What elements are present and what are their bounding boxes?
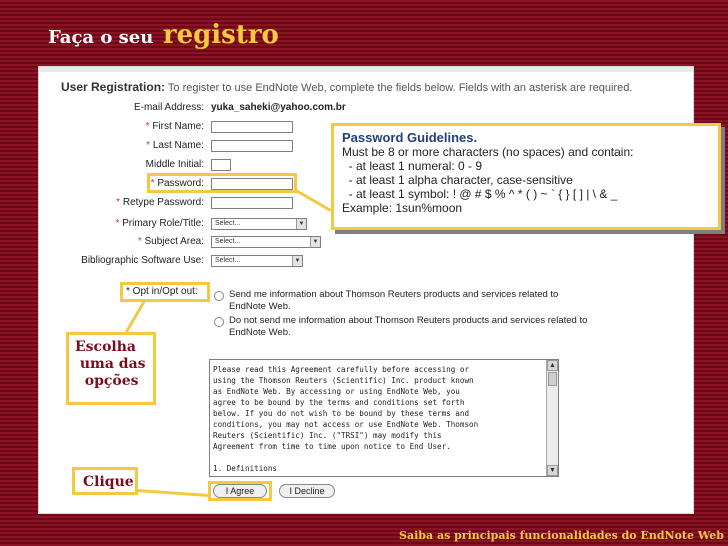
middle-initial-field[interactable] xyxy=(211,159,231,171)
required-asterisk: * xyxy=(145,121,150,132)
password-guideline-line: Example: 1sun%moon xyxy=(342,201,463,215)
bib-software-select-value: Select... xyxy=(215,257,241,264)
agreement-scrollbar[interactable]: ▲ ▼ xyxy=(546,360,558,476)
subject-area-select[interactable]: Select... ▼ xyxy=(211,236,321,248)
slide-title-part1: Faça o seu xyxy=(48,27,154,48)
password-guideline-line: - at least 1 numeral: 0 - 9 xyxy=(342,159,483,173)
email-value: yuka_saheki@yahoo.com.br xyxy=(211,102,346,113)
required-asterisk: * xyxy=(116,197,121,208)
subject-area-select-value: Select... xyxy=(215,238,241,245)
registration-panel: User Registration: To register to use En… xyxy=(38,66,721,514)
slide-title: Faça o seu registro xyxy=(48,20,279,50)
scroll-thumb[interactable] xyxy=(548,372,557,386)
form-header: User Registration: To register to use En… xyxy=(61,80,632,94)
decline-button[interactable]: I Decline xyxy=(279,484,335,498)
password-guideline-line: Must be 8 or more characters (no spaces)… xyxy=(342,145,634,159)
chevron-down-icon: ▼ xyxy=(296,219,306,229)
choose-option-callout: Escolha uma das opções xyxy=(66,332,156,405)
retype-password-label: * Retype Password: xyxy=(116,197,204,208)
slide-footer: Saiba as principais funcionalidades do E… xyxy=(399,529,724,542)
bib-software-label: Bibliographic Software Use: xyxy=(81,255,204,266)
retype-password-field[interactable] xyxy=(211,197,293,209)
form-header-text: To register to use EndNote Web, complete… xyxy=(167,82,633,94)
primary-role-label: * Primary Role/Title: xyxy=(115,218,204,229)
chevron-down-icon: ▼ xyxy=(310,237,320,247)
opt-in-text: Send me information about Thomson Reuter… xyxy=(229,289,559,312)
last-name-label-text: Last Name: xyxy=(152,140,204,151)
opt-out-text: Do not send me information about Thomson… xyxy=(229,315,588,338)
scroll-up-icon[interactable]: ▲ xyxy=(547,360,558,371)
chevron-down-icon: ▼ xyxy=(292,256,302,266)
primary-role-select[interactable]: Select... ▼ xyxy=(211,218,307,230)
last-name-label: * Last Name: xyxy=(146,140,204,151)
opt-label: * Opt in/Opt out: xyxy=(126,286,198,297)
agreement-textarea[interactable]: Please read this Agreement carefully bef… xyxy=(209,359,559,477)
required-asterisk: * xyxy=(137,236,142,247)
first-name-label-text: First Name: xyxy=(152,121,204,132)
last-name-field[interactable] xyxy=(211,140,293,152)
first-name-label: * First Name: xyxy=(146,121,204,132)
bib-software-select[interactable]: Select... ▼ xyxy=(211,255,303,267)
click-callout: Clique xyxy=(72,467,138,495)
first-name-field[interactable] xyxy=(211,121,293,133)
agreement-text: Please read this Agreement carefully bef… xyxy=(213,365,479,473)
primary-role-select-value: Select... xyxy=(215,220,241,227)
opt-out-radio[interactable] xyxy=(214,317,224,327)
password-guidelines-box: Password Guidelines. Must be 8 or more c… xyxy=(331,123,721,230)
password-highlight xyxy=(147,173,297,193)
password-guidelines-title: Password Guidelines. xyxy=(342,130,478,145)
password-guideline-line: - at least 1 symbol: ! @ # $ % ^ * ( ) ~… xyxy=(342,187,618,201)
agree-button[interactable]: I Agree xyxy=(213,484,267,498)
primary-role-label-text: Primary Role/Title: xyxy=(122,218,204,229)
email-label: E-mail Address: xyxy=(133,102,204,113)
subject-area-label-text: Subject Area: xyxy=(144,236,204,247)
middle-initial-label: Middle Initial: xyxy=(145,159,204,170)
required-asterisk: * xyxy=(146,140,151,151)
panel-top-border xyxy=(39,67,693,72)
form-header-title: User Registration: xyxy=(61,80,166,94)
password-guideline-line: - at least 1 alpha character, case-sensi… xyxy=(342,173,573,187)
required-asterisk: * xyxy=(115,218,120,229)
subject-area-label: * Subject Area: xyxy=(138,236,204,247)
scroll-down-icon[interactable]: ▼ xyxy=(547,465,558,476)
retype-password-label-text: Retype Password: xyxy=(122,197,204,208)
slide-title-part2: registro xyxy=(162,20,279,50)
opt-in-radio[interactable] xyxy=(214,291,224,301)
